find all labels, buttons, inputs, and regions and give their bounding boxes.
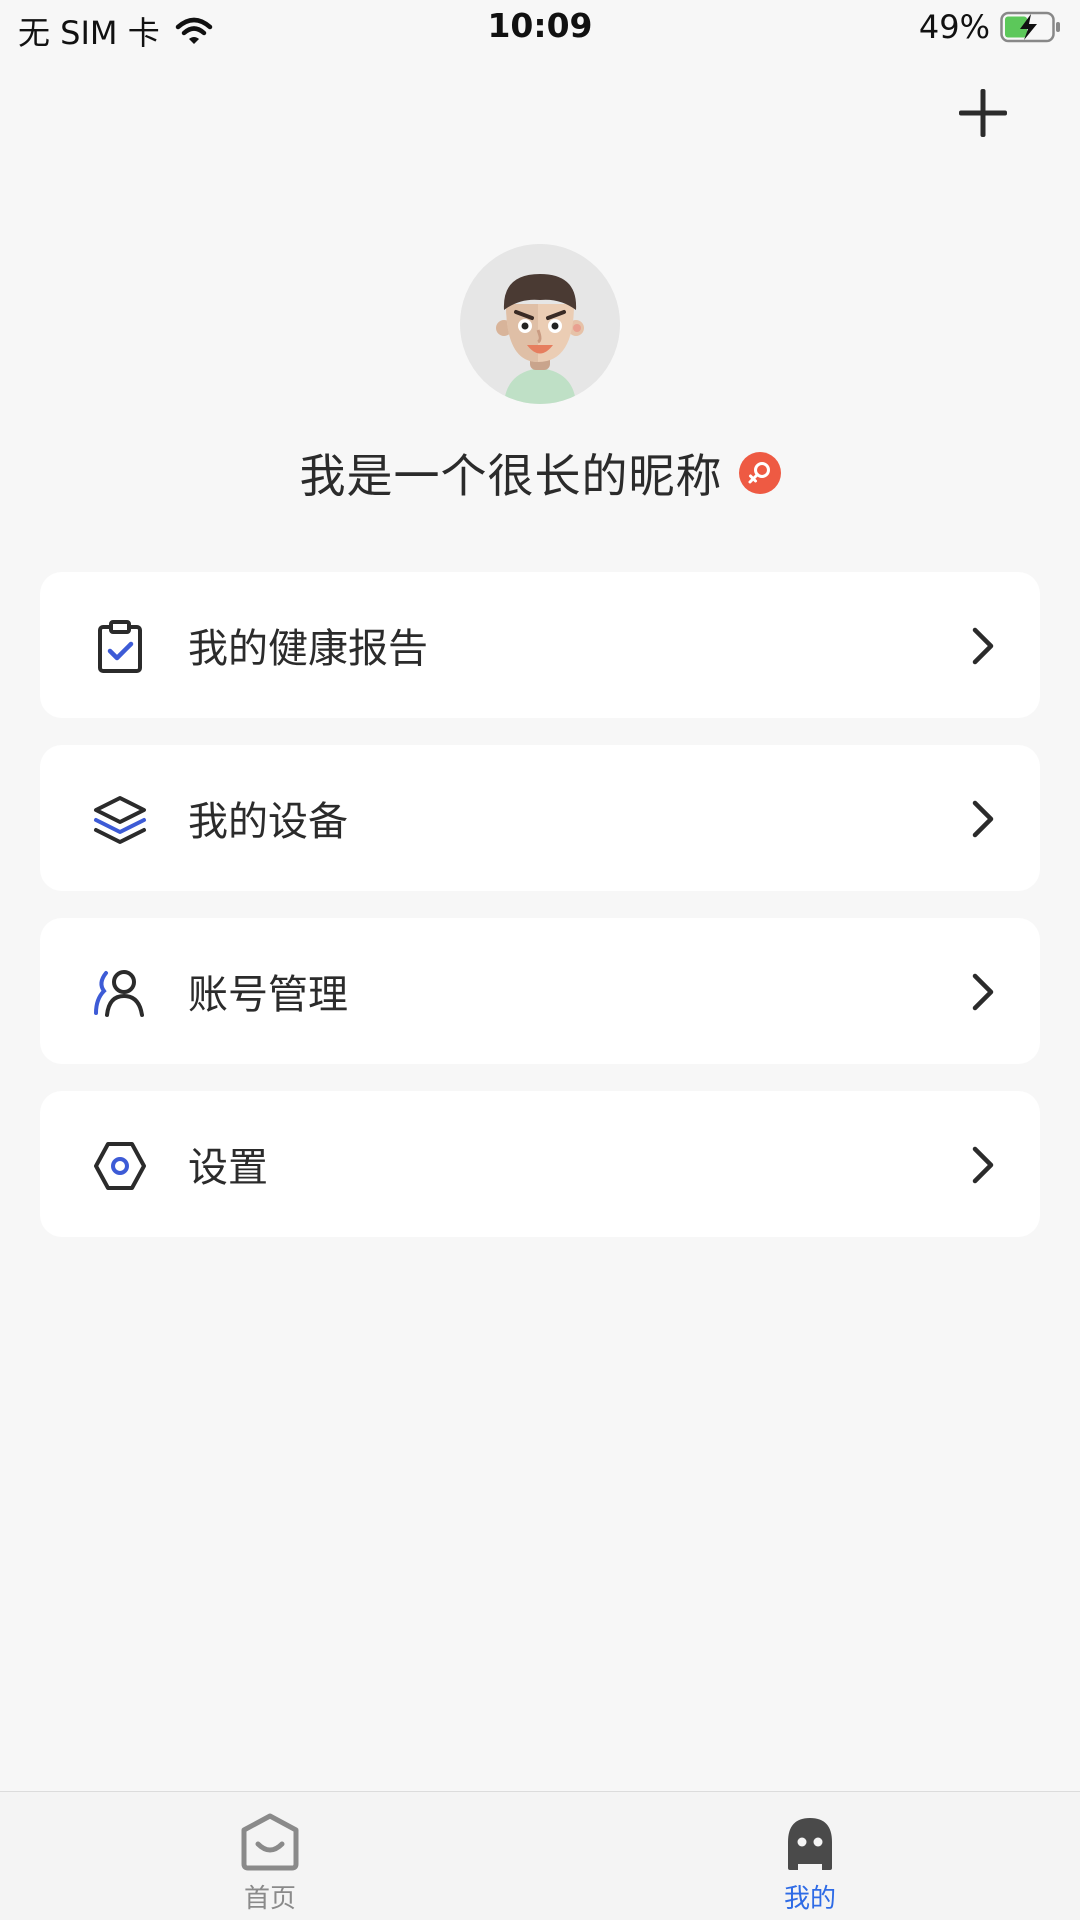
tab-home[interactable]: 首页 <box>0 1792 540 1920</box>
menu-item-label: 设置 <box>188 1145 268 1191</box>
menu-item-account[interactable]: 账号管理 <box>40 918 1040 1064</box>
layers-icon <box>94 796 146 844</box>
female-icon <box>738 452 781 494</box>
clipboard-check-icon <box>98 620 142 673</box>
menu-item-label: 我的健康报告 <box>188 626 428 672</box>
menu-item-devices[interactable]: 我的设备 <box>40 745 1040 891</box>
cartoon-avatar-icon <box>460 244 620 404</box>
menu-item-label: 我的设备 <box>188 799 348 845</box>
chevron-right-icon <box>972 1146 994 1184</box>
menu-item-health-report[interactable]: 我的健康报告 <box>40 572 1040 718</box>
hexagon-settings-icon <box>94 1142 146 1190</box>
tab-bar: 首页 我的 <box>0 1791 1080 1920</box>
tab-mine[interactable]: 我的 <box>540 1792 1080 1920</box>
battery-charging-icon <box>1000 11 1062 43</box>
chevron-right-icon <box>972 627 994 665</box>
robot-face-icon <box>788 1818 832 1870</box>
status-right: 49% <box>919 8 1062 46</box>
plus-icon <box>959 89 1007 137</box>
nickname-row: 我是一个很长的昵称 <box>0 440 1080 506</box>
nickname: 我是一个很长的昵称 <box>299 449 723 503</box>
profile-screen: 无 SIM 卡 10:09 49% 我是一个很长的昵称 我的健康报告 我的设备 … <box>0 0 1080 1920</box>
menu-item-label: 账号管理 <box>188 972 348 1018</box>
tab-label: 我的 <box>783 1884 836 1914</box>
battery-percent: 49% <box>918 8 990 46</box>
chevron-right-icon <box>972 800 994 838</box>
user-icon <box>94 970 144 1017</box>
add-button[interactable] <box>946 76 1020 150</box>
avatar[interactable] <box>460 244 620 404</box>
menu-list: 我的健康报告 我的设备 账号管理 设置 <box>40 572 1040 1264</box>
tab-label: 首页 <box>243 1884 296 1914</box>
chevron-right-icon <box>972 973 994 1011</box>
menu-item-settings[interactable]: 设置 <box>40 1091 1040 1237</box>
home-face-icon <box>241 1813 299 1871</box>
status-bar: 无 SIM 卡 10:09 49% <box>0 0 1080 56</box>
